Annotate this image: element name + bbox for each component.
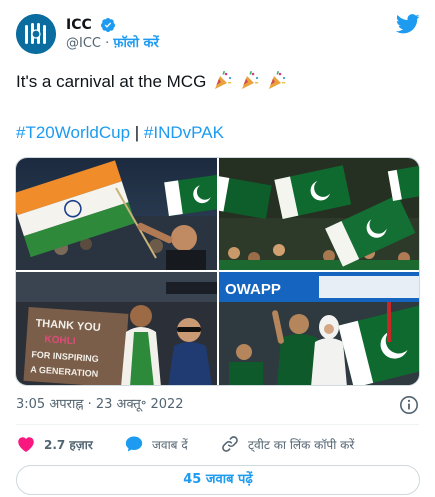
icc-logo-icon [16, 14, 56, 54]
hashtag-link[interactable]: #INDvPAK [144, 123, 224, 142]
divider [16, 424, 419, 425]
party-popper-icon [268, 70, 285, 89]
stadium-banner-text: OWAPP [225, 281, 281, 298]
handle-row: @ICC · फ़ॉलो करें [66, 35, 159, 53]
timestamp[interactable]: 3:05 अपराह्न · 23 अक्तू॰ 2022 [16, 396, 184, 414]
tweet-time: 3:05 अपराह्न [16, 397, 84, 412]
reply-label: जवाब दें [152, 437, 188, 452]
meta-dot: · [87, 397, 92, 412]
account-names: ICC @ICC · फ़ॉलो करें [66, 14, 159, 53]
photo-pakistan-crowd[interactable] [219, 158, 419, 270]
tweet-actions: 2.7 हज़ार जवाब दें ट्वीट का लिंक कॉपी कर… [16, 432, 420, 456]
like-count: 2.7 हज़ार [44, 437, 93, 452]
hashtag-separator: | [134, 123, 140, 142]
link-icon [222, 436, 238, 452]
hashtags: #T20WorldCup | #INDvPAK [16, 121, 224, 145]
heart-icon [18, 437, 34, 452]
hashtag-link[interactable]: #T20WorldCup [16, 123, 130, 142]
handle[interactable]: @ICC [66, 36, 101, 51]
twitter-bird-icon[interactable] [396, 14, 420, 34]
tweet-date: 23 अक्तू॰ 2022 [95, 397, 184, 412]
reply-button[interactable]: जवाब दें [124, 432, 188, 456]
photo-india-flag[interactable] [16, 158, 217, 270]
copy-link-button[interactable]: ट्वीट का लिंक कॉपी करें [220, 432, 354, 456]
verified-badge-icon [100, 17, 115, 32]
tweet-card: ICC @ICC · फ़ॉलो करें It's a carnival at… [0, 0, 435, 497]
sign-line: KOHLI [44, 334, 76, 347]
avatar[interactable] [16, 14, 56, 54]
tweet-text: It's a carnival at the MCG [16, 70, 416, 94]
photo-pakistan-fans[interactable]: OWAPP [219, 272, 419, 385]
party-popper-icon [241, 70, 258, 89]
party-popper-icon [215, 70, 232, 89]
speech-bubble-icon [125, 436, 143, 452]
tweet-header: ICC @ICC · फ़ॉलो करें [16, 14, 420, 58]
read-replies-button[interactable]: 45 जवाब पढ़ें [16, 465, 420, 495]
display-name[interactable]: ICC [66, 15, 92, 35]
follow-button[interactable]: फ़ॉलो करें [113, 36, 158, 51]
info-circle-icon[interactable] [399, 395, 419, 415]
handle-dot: · [105, 35, 110, 51]
tweet-body: It's a carnival at the MCG [16, 72, 207, 91]
like-button[interactable]: 2.7 हज़ार [16, 432, 93, 456]
media-grid: THANK YOU KOHLI FOR INSPIRING A GENERATI… [15, 157, 420, 386]
photo-fans-banner[interactable]: THANK YOU KOHLI FOR INSPIRING A GENERATI… [16, 272, 217, 385]
copy-link-label: ट्वीट का लिंक कॉपी करें [248, 437, 355, 452]
